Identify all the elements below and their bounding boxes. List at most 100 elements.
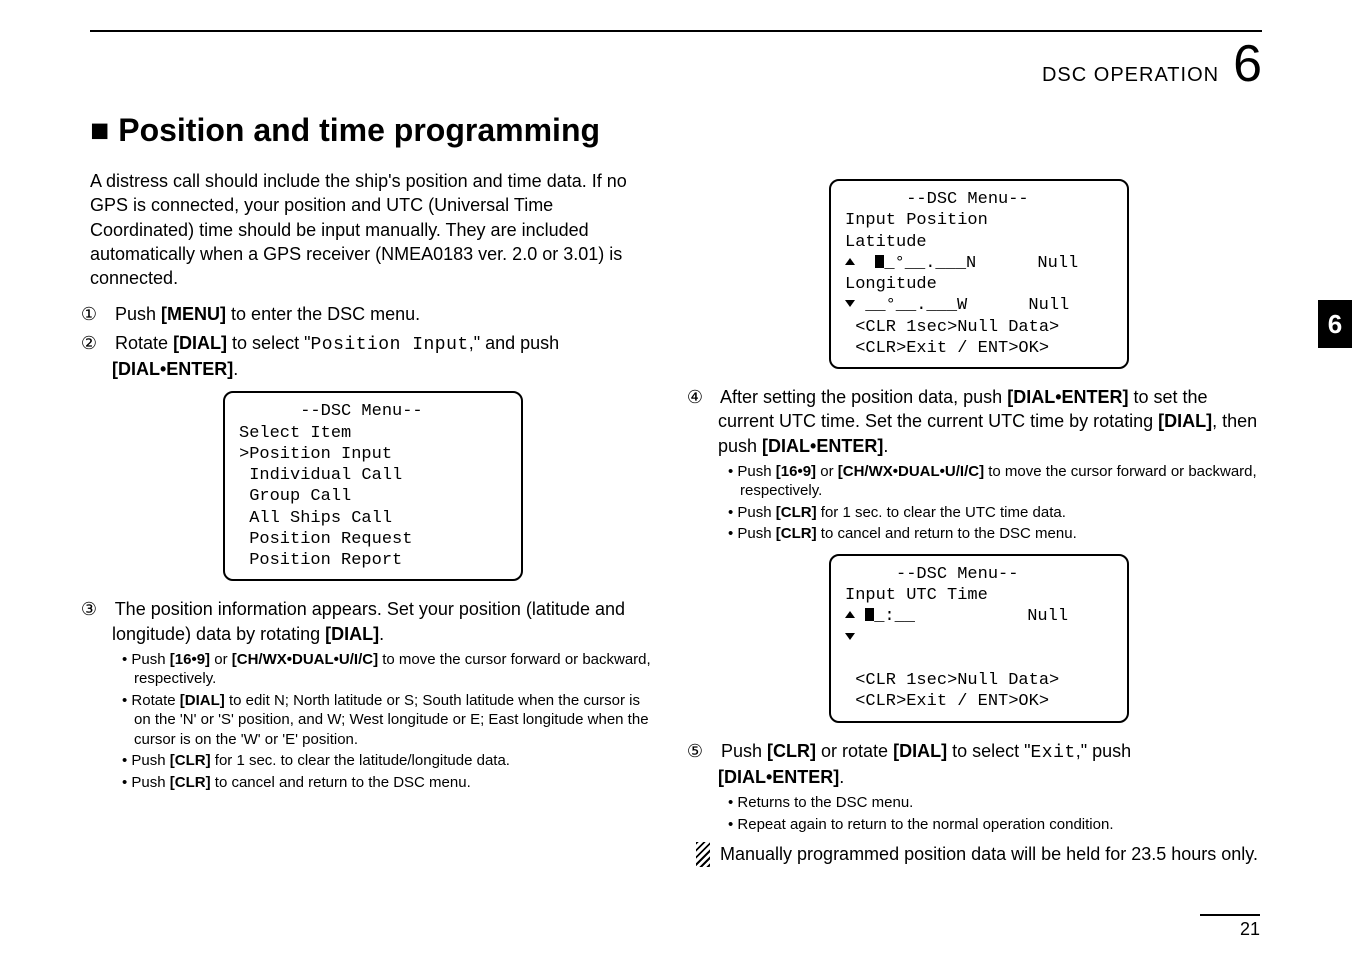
lb1-c: or bbox=[210, 651, 232, 668]
s5-b: [CLR] bbox=[767, 741, 816, 761]
rb2-c: for 1 sec. to clear the UTC time data. bbox=[817, 504, 1066, 521]
lb3-a: • Push bbox=[122, 752, 170, 769]
lb2-a: • Rotate bbox=[122, 692, 180, 709]
s5-i: . bbox=[839, 767, 844, 787]
lcd1-l8: Position Report bbox=[239, 551, 402, 570]
step-2-key-2: [DIAL•ENTER] bbox=[112, 359, 233, 379]
s5-a: Push bbox=[721, 741, 767, 761]
step-1-marker: ① bbox=[90, 302, 110, 326]
rb1-b: [16•9] bbox=[776, 463, 816, 480]
step-1: ① Push [MENU] to enter the DSC menu. bbox=[90, 302, 656, 326]
step-2-menu-item: Position Input bbox=[310, 335, 468, 355]
page-number: 21 bbox=[1240, 919, 1260, 940]
left-bullet-4: • Push [CLR] to cancel and return to the… bbox=[122, 773, 656, 793]
s4-a: After setting the position data, push bbox=[720, 387, 1007, 407]
s5-f: Exit bbox=[1031, 743, 1076, 763]
step-3-key: [DIAL] bbox=[325, 624, 379, 644]
lcd2-l7: <CLR 1sec˃Null Data> bbox=[845, 318, 1059, 337]
left-bullet-1: • Push [16•9] or [CH/WX•DUAL•U/I/C] to m… bbox=[122, 650, 656, 689]
lcd1-l3: ˃Position Input bbox=[239, 445, 392, 464]
rb3-c: to cancel and return to the DSC menu. bbox=[817, 525, 1077, 542]
right-bullet-4: • Returns to the DSC menu. bbox=[728, 793, 1262, 813]
s5-h: [DIAL•ENTER] bbox=[718, 767, 839, 787]
step-4: ④ After setting the position data, push … bbox=[696, 385, 1262, 458]
lcd3-l1: --DSC Menu-- bbox=[845, 565, 1018, 584]
top-rule bbox=[90, 30, 1262, 32]
rb1-d: [CH/WX•DUAL•U/I/C] bbox=[838, 463, 984, 480]
s4-b: [DIAL•ENTER] bbox=[1007, 387, 1128, 407]
note-text: Manually programmed position data will b… bbox=[720, 842, 1258, 866]
lcd2-l2: Input Position bbox=[845, 211, 988, 230]
side-tab: 6 bbox=[1318, 300, 1352, 348]
lcd1-l5: Group Call bbox=[239, 487, 351, 506]
lcd3-l6: <CLR 1sec˃Null Data> bbox=[845, 671, 1059, 690]
right-column: --DSC Menu-- Input Position Latitude _°_… bbox=[696, 169, 1262, 867]
step-1-text-c: to enter the DSC menu. bbox=[226, 304, 420, 324]
left-column: A distress call should include the ship'… bbox=[90, 169, 656, 867]
lcd1-l1: --DSC Menu-- bbox=[239, 402, 423, 421]
lcd2-l5: Longitude bbox=[845, 275, 937, 294]
s5-c: or rotate bbox=[816, 741, 893, 761]
rb1-a: • Push bbox=[728, 463, 776, 480]
chapter-number: 6 bbox=[1233, 38, 1262, 90]
lb1-d: [CH/WX•DUAL•U/I/C] bbox=[232, 651, 378, 668]
s5-d: [DIAL] bbox=[893, 741, 947, 761]
lb4-b: [CLR] bbox=[170, 774, 211, 791]
lcd1-l2: Select Item bbox=[239, 424, 351, 443]
lb4-a: • Push bbox=[122, 774, 170, 791]
left-bullet-2: • Rotate [DIAL] to edit N; North latitud… bbox=[122, 691, 656, 750]
lcd-screen-3: --DSC Menu-- Input UTC Time _:__ Null <C… bbox=[829, 554, 1129, 723]
step-3: ③ The position information appears. Set … bbox=[90, 597, 656, 646]
s4-f: [DIAL•ENTER] bbox=[762, 436, 883, 456]
lb1-b: [16•9] bbox=[170, 651, 210, 668]
s5-g: ," push bbox=[1076, 741, 1131, 761]
rb4-a: • Returns to the DSC menu. bbox=[728, 794, 913, 811]
rb3-b: [CLR] bbox=[776, 525, 817, 542]
hatch-icon bbox=[696, 842, 710, 866]
rb1-c: or bbox=[816, 463, 838, 480]
section-title: ■ Position and time programming bbox=[90, 112, 1262, 149]
lb3-b: [CLR] bbox=[170, 752, 211, 769]
lcd3-l3a bbox=[855, 607, 865, 626]
page-num-rule bbox=[1200, 914, 1260, 916]
rb2-a: • Push bbox=[728, 504, 776, 521]
chapter-header: DSC OPERATION 6 bbox=[90, 38, 1262, 90]
down-arrow-icon bbox=[845, 300, 855, 307]
rb5-a: • Repeat again to return to the normal o… bbox=[728, 816, 1114, 833]
note-block: Manually programmed position data will b… bbox=[696, 842, 1262, 866]
lcd2-l4a bbox=[855, 254, 875, 273]
step-5: ⑤ Push [CLR] or rotate [DIAL] to select … bbox=[696, 739, 1262, 790]
step-2-text-e: ," and push bbox=[469, 333, 559, 353]
lcd1-l7: Position Request bbox=[239, 530, 412, 549]
step-2-text-a: Rotate bbox=[115, 333, 173, 353]
lcd-screen-2: --DSC Menu-- Input Position Latitude _°_… bbox=[829, 179, 1129, 369]
lcd2-l3: Latitude bbox=[845, 233, 927, 252]
intro-paragraph: A distress call should include the ship'… bbox=[90, 169, 656, 290]
s5-e: to select " bbox=[947, 741, 1030, 761]
step-2: ② Rotate [DIAL] to select "Position Inpu… bbox=[90, 331, 656, 382]
step-3-marker: ③ bbox=[90, 597, 110, 621]
step-1-text-a: Push bbox=[115, 304, 161, 324]
step-2-text-c: to select " bbox=[227, 333, 310, 353]
left-bullet-3: • Push [CLR] for 1 sec. to clear the lat… bbox=[122, 751, 656, 771]
lcd2-l4b: _°__.___N Null bbox=[884, 254, 1078, 273]
step-2-key-1: [DIAL] bbox=[173, 333, 227, 353]
step-5-marker: ⑤ bbox=[696, 739, 716, 763]
step-2-text-g: . bbox=[233, 359, 238, 379]
step-2-marker: ② bbox=[90, 331, 110, 355]
lcd3-l3b: _:__ Null bbox=[874, 607, 1068, 626]
lb1-a: • Push bbox=[122, 651, 170, 668]
right-bullet-2: • Push [CLR] for 1 sec. to clear the UTC… bbox=[728, 503, 1262, 523]
lcd2-l6: __°__.___W Null bbox=[855, 296, 1069, 315]
step-3-text-c: . bbox=[379, 624, 384, 644]
lcd3-l2: Input UTC Time bbox=[845, 586, 988, 605]
up-arrow-icon bbox=[845, 258, 855, 265]
lcd3-l7: <CLR˃Exit / ENT˃OK> bbox=[845, 692, 1049, 711]
rb2-b: [CLR] bbox=[776, 504, 817, 521]
s4-g: . bbox=[883, 436, 888, 456]
chapter-label: DSC OPERATION bbox=[1042, 64, 1219, 87]
lcd-screen-1: --DSC Menu-- Select Item ˃Position Input… bbox=[223, 391, 523, 581]
lcd1-l4: Individual Call bbox=[239, 466, 402, 485]
step-1-key: [MENU] bbox=[161, 304, 226, 324]
lcd2-l1: --DSC Menu-- bbox=[845, 190, 1029, 209]
